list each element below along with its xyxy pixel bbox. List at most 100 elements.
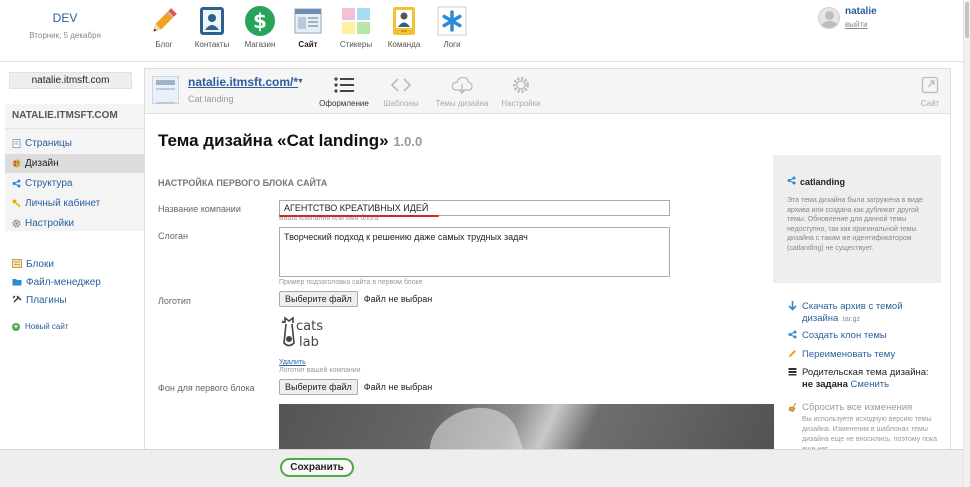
app-team[interactable]: Команда <box>380 4 428 60</box>
save-button[interactable]: Сохранить <box>280 458 354 477</box>
choose-file-button[interactable]: Выберите файл <box>279 379 358 395</box>
user-name[interactable]: natalie <box>845 6 877 17</box>
sidebar-item-plugins[interactable]: Плагины <box>12 295 67 306</box>
section-heading: НАСТРОЙКА ПЕРВОГО БЛОКА САЙТА <box>158 178 328 188</box>
theme-description: Эта тема дизайна была загружена в виде а… <box>787 197 923 252</box>
reset-changes-text[interactable]: Сбросить все изменения <box>802 402 912 414</box>
slogan-hint: Пример подзаголовка сайта в первом блоке <box>279 279 423 286</box>
app-label: Логи <box>443 40 461 49</box>
rename-theme-link[interactable]: Переименовать тему <box>788 349 938 361</box>
theme-title: Тема дизайна «Cat landing» <box>158 131 389 150</box>
cat-logo-icon <box>281 316 295 347</box>
new-site-link[interactable]: + Новый сайт <box>12 322 69 331</box>
logo-hint: Логотип вашей компании <box>279 367 361 374</box>
clone-theme-link[interactable]: Создать клон темы <box>788 330 938 342</box>
site-icon <box>292 5 324 37</box>
app-contacts[interactable]: Контакты <box>188 4 236 60</box>
logo-file-picker: Выберите файл Файл не выбран <box>279 291 432 307</box>
sidebar-item-account[interactable]: Личный кабинет <box>5 194 144 213</box>
sidebar: natalie.itmsft.com NATALIE.ITMSFT.COM Ст… <box>0 62 144 487</box>
site-menu-title: NATALIE.ITMSFT.COM <box>12 110 118 121</box>
tab-settings[interactable]: Настройки <box>491 73 551 108</box>
pencil-icon <box>148 5 180 37</box>
download-icon <box>788 301 798 314</box>
tab-templates[interactable]: Шаблоны <box>371 73 431 108</box>
tab-appearance[interactable]: Оформление <box>314 73 374 108</box>
sidebar-item-label: Настройки <box>25 218 75 229</box>
svg-text:$: $ <box>253 9 267 33</box>
tab-label: Темы дизайна <box>435 99 489 108</box>
divider <box>5 128 144 129</box>
tab-label: Сайт <box>920 99 940 108</box>
team-icon <box>388 5 420 37</box>
site-domain-selector[interactable]: natalie.itmsft.com <box>9 72 132 89</box>
app-label: Сайт <box>298 40 318 49</box>
site-thumbnail-icon <box>152 76 179 104</box>
gear-icon <box>12 219 21 228</box>
theme-info-box: catlanding Эта тема дизайна была загруже… <box>773 155 941 283</box>
slogan-textarea[interactable]: Творческий подход к решению даже самых т… <box>279 227 670 277</box>
parent-theme-text: Родительская тема дизайна: не задана Смен… <box>802 367 929 390</box>
contacts-icon <box>196 5 228 37</box>
sidebar-item-design[interactable]: Дизайн <box>5 154 144 173</box>
chevron-down-icon[interactable]: ▼ <box>297 78 304 85</box>
sidebar-item-label: Плагины <box>26 295 67 306</box>
choose-file-button[interactable]: Выберите файл <box>279 291 358 307</box>
pencil-icon <box>788 349 798 361</box>
app-shop[interactable]: $ Магазин <box>236 4 284 60</box>
new-site-label: Новый сайт <box>25 322 69 331</box>
site-name[interactable]: DEV <box>0 11 130 25</box>
save-bar: Сохранить <box>0 449 963 487</box>
broom-icon <box>788 402 798 415</box>
app-blog[interactable]: Блог <box>140 4 188 60</box>
plugins-icon <box>12 295 22 306</box>
clone-theme-text[interactable]: Создать клон темы <box>802 330 887 342</box>
list-icon <box>314 73 374 97</box>
scrollbar-thumb[interactable] <box>965 2 969 38</box>
app-site[interactable]: Сайт <box>284 4 332 60</box>
sidebar-item-label: Файл-менеджер <box>26 277 101 288</box>
site-url-link[interactable]: natalie.itmsft.com/* <box>188 75 298 89</box>
share-icon <box>787 176 796 187</box>
delete-logo-link[interactable]: Удалить <box>279 359 306 366</box>
sidebar-item-label: Структура <box>25 178 73 189</box>
logo-text-cats: cats <box>296 319 323 334</box>
background-label: Фон для первого блока <box>158 383 255 393</box>
app-stickers[interactable]: Стикеры <box>332 4 380 60</box>
key-icon <box>12 199 21 208</box>
download-theme-text: Скачать архив с темой дизайна .tar.gz <box>802 301 903 324</box>
logout-link[interactable]: выйти <box>845 20 868 29</box>
reset-changes-link[interactable]: Сбросить все изменения <box>788 402 938 415</box>
page-scrollbar[interactable] <box>963 0 970 487</box>
sidebar-item-label: Страницы <box>25 138 72 149</box>
slogan-label: Слоган <box>158 231 188 241</box>
logs-icon <box>436 5 468 37</box>
tab-label: Оформление <box>319 99 369 108</box>
structure-icon <box>12 179 21 188</box>
sidebar-item-label: Блоки <box>26 259 54 270</box>
app-label: Стикеры <box>339 40 373 49</box>
company-label: Название компании <box>158 204 241 214</box>
site-switcher[interactable]: DEV Вторник, 5 декабря <box>0 0 130 62</box>
theme-version: 1.0.0 <box>393 134 423 149</box>
app-logs[interactable]: Логи <box>428 4 476 60</box>
sidebar-item-structure[interactable]: Структура <box>5 174 144 193</box>
page-title: Тема дизайна «Cat landing» 1.0.0 <box>158 131 422 151</box>
site-toolbar: natalie.itmsft.com/* ▼ Cat landing Оформ… <box>145 69 950 114</box>
download-theme-link[interactable]: Скачать архив с темой дизайна .tar.gz <box>788 301 938 326</box>
tab-design-themes[interactable]: Темы дизайна <box>432 73 492 108</box>
company-name-input[interactable] <box>279 200 670 216</box>
site-subtitle: Cat landing <box>188 94 234 104</box>
settings-gear-icon <box>491 73 551 97</box>
sidebar-item-blocks[interactable]: Блоки <box>12 259 54 270</box>
open-site-button[interactable]: Сайт <box>900 73 950 108</box>
avatar[interactable] <box>818 7 840 29</box>
parent-theme-row: Родительская тема дизайна: не задана Смен… <box>788 367 938 391</box>
palette-icon <box>12 159 21 168</box>
change-parent-link[interactable]: Сменить <box>851 379 890 390</box>
tab-label: Настройки <box>501 99 541 108</box>
sidebar-item-settings[interactable]: Настройки <box>5 214 144 233</box>
rename-theme-text[interactable]: Переименовать тему <box>802 349 895 361</box>
sidebar-item-file-manager[interactable]: Файл-менеджер <box>12 277 101 288</box>
sidebar-item-pages[interactable]: Страницы <box>5 134 144 153</box>
